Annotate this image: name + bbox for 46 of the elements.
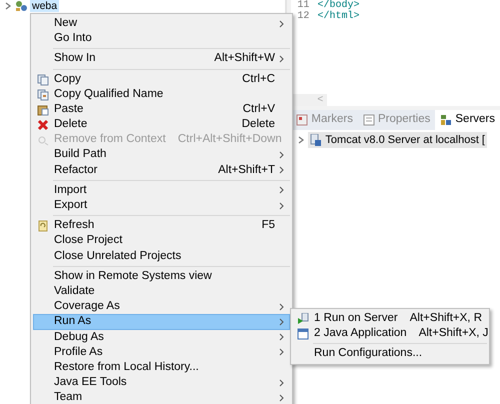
server-icon <box>310 134 322 146</box>
tree-item[interactable]: weba <box>30 0 60 12</box>
menu-item[interactable]: Team <box>33 390 290 404</box>
menu-item[interactable]: Refresh F5 <box>33 218 290 234</box>
delete-icon <box>37 119 49 132</box>
clipboard-icon <box>37 104 49 116</box>
menu-item[interactable]: Paste Ctrl+V <box>33 102 290 118</box>
line-number: 11 <box>297 0 310 11</box>
menu-item[interactable]: 1 Run on Server Alt+Shift+X, R <box>293 311 487 326</box>
menu-item[interactable]: Go Into <box>33 31 290 46</box>
menu-item[interactable]: Coverage As <box>33 299 290 314</box>
refresh-icon <box>37 220 49 232</box>
copy-icon <box>37 74 49 86</box>
menu-item[interactable]: Close Unrelated Projects <box>33 248 290 264</box>
code-line: </body> <box>317 0 360 11</box>
line-number: 12 <box>297 11 310 22</box>
menu-item[interactable]: New <box>33 16 290 32</box>
markers-icon <box>296 114 308 126</box>
menu-item[interactable]: Restore from Local History... <box>33 360 290 376</box>
properties-icon <box>362 114 375 126</box>
copy-icon <box>37 88 49 101</box>
menu-item[interactable]: Copy Qualified Name <box>33 86 290 102</box>
menu-item[interactable]: Run Configurations... <box>293 346 487 362</box>
window-icon <box>297 328 309 340</box>
menu-item[interactable]: Build Path <box>33 148 290 163</box>
menu-item[interactable]: Delete Delete <box>33 117 290 132</box>
menu-item[interactable]: Copy Ctrl+C <box>33 72 290 87</box>
menu-item[interactable]: Export <box>33 198 290 214</box>
menu-item[interactable]: Java EE Tools <box>33 375 290 390</box>
run-server-icon <box>297 313 309 325</box>
project-icon <box>15 0 27 12</box>
menu-item[interactable]: Profile As <box>33 344 290 360</box>
servers-icon <box>440 114 452 126</box>
code-line: </html> <box>317 11 360 22</box>
remove-icon <box>37 134 49 146</box>
menu-item[interactable]: 2 Java Application Alt+Shift+X, J <box>293 326 487 342</box>
menu-item[interactable]: Run As <box>33 314 290 330</box>
menu-item[interactable]: Show In Alt+Shift+W <box>33 51 290 67</box>
tree-item[interactable]: Tomcat v8.0 Server at localhost [ <box>308 132 487 148</box>
menu-item[interactable]: Show in Remote Systems view <box>33 268 290 284</box>
menu-item[interactable]: Import <box>33 182 290 198</box>
menu-item[interactable]: Debug As <box>33 330 290 345</box>
menu-item[interactable]: Refactor Alt+Shift+T <box>33 162 290 178</box>
menu-item[interactable]: Close Project <box>33 233 290 249</box>
panel-tab[interactable]: Servers <box>435 110 500 130</box>
menu-item[interactable]: Validate <box>33 284 290 300</box>
